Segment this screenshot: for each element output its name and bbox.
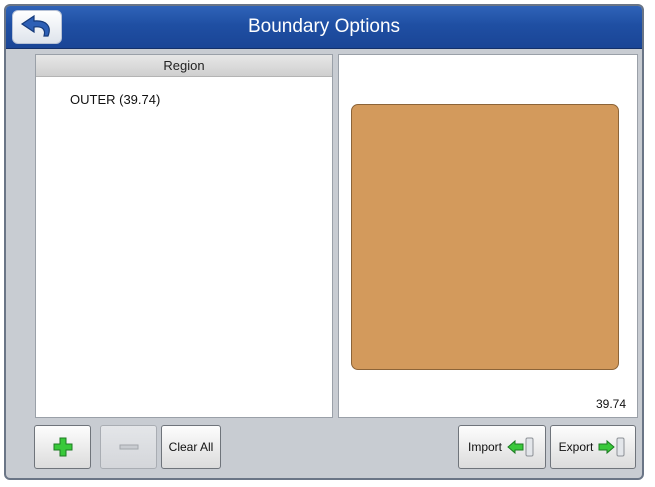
- title-bar: Boundary Options: [6, 6, 642, 49]
- import-arrow-icon: [507, 437, 534, 457]
- plus-icon: [53, 437, 72, 457]
- page-title: Boundary Options: [247, 16, 401, 37]
- add-button[interactable]: [34, 425, 91, 469]
- boundary-preview: 39.74: [338, 54, 638, 418]
- boundary-shape: [351, 104, 619, 370]
- import-button[interactable]: Import: [458, 425, 546, 469]
- area-value: 39.74: [595, 397, 626, 411]
- import-label: Import: [467, 440, 502, 454]
- clear-all-button[interactable]: Clear All: [161, 425, 221, 469]
- list-item[interactable]: OUTER (39.74): [70, 92, 160, 107]
- export-label: Export: [558, 440, 594, 454]
- boundary-options-window: Boundary Options Region OUTER (39.74) 39…: [4, 4, 644, 480]
- export-arrow-icon: [598, 437, 625, 457]
- region-column-header: Region: [36, 55, 332, 77]
- region-list: Region OUTER (39.74): [35, 54, 333, 418]
- export-button[interactable]: Export: [550, 425, 636, 469]
- minus-icon: [119, 444, 138, 450]
- remove-button[interactable]: [100, 425, 157, 469]
